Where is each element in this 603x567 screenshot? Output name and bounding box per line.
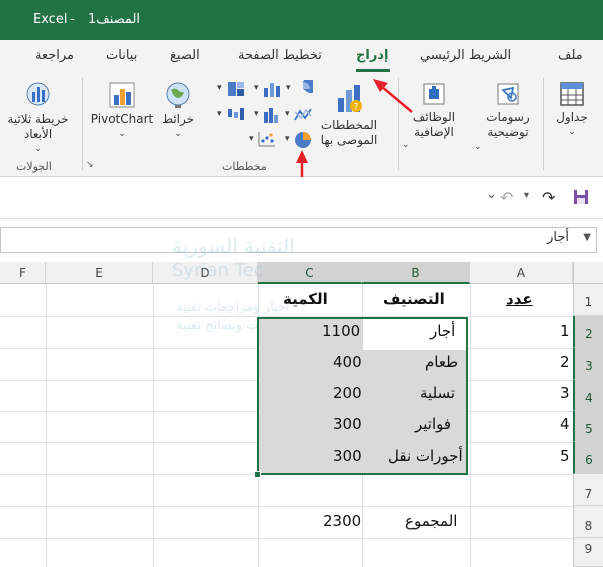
watermark-tagline: أخبار ومراجعات تقنية (176, 300, 290, 315)
cell-a4[interactable]: 3 (560, 384, 570, 402)
name-box[interactable] (0, 227, 597, 253)
row-header[interactable]: 5 (573, 411, 603, 442)
cell-a6[interactable]: 5 (560, 447, 570, 465)
name-box-dropdown-icon[interactable]: ▼ (583, 232, 591, 243)
name-box-value: أجار (547, 230, 569, 245)
cell-b4[interactable]: تسلية (420, 384, 455, 402)
row-header[interactable]: 2 (573, 316, 603, 348)
header-cell-quantity[interactable]: الكمية (283, 290, 328, 308)
formula-bar: أجار ▼ (0, 225, 603, 255)
fill-handle[interactable] (254, 471, 261, 478)
cell-a2[interactable]: 1 (560, 322, 570, 340)
undo-dropdown-icon[interactable]: ▾ (524, 190, 529, 201)
spreadsheet-grid: A B C D E F 1 2 3 4 5 6 7 8 9 التقنية ال… (0, 234, 603, 567)
row-header[interactable]: 9 (573, 538, 603, 567)
cell-b6[interactable]: أجورات نقل (388, 447, 463, 465)
row-header[interactable]: 3 (573, 348, 603, 380)
grid-line (46, 284, 47, 567)
column-header-a[interactable]: A (470, 262, 573, 284)
cell-b8-total-label[interactable]: المجموع (405, 512, 457, 530)
row-header[interactable]: 1 (573, 284, 603, 316)
header-cell-count[interactable]: عدد (506, 290, 533, 308)
grid-line (0, 538, 573, 539)
row-header[interactable]: 6 (573, 442, 603, 474)
cell-a5[interactable]: 4 (560, 415, 570, 433)
row-header[interactable]: 4 (573, 380, 603, 411)
select-all-corner[interactable] (573, 262, 603, 284)
column-header-b[interactable]: B (362, 262, 470, 284)
undo-icon[interactable]: ↶ (500, 188, 513, 207)
quick-access-toolbar: ↷ ▾ ↶ ⌄ (0, 177, 603, 219)
cell-c5[interactable]: 300 (333, 415, 362, 433)
cell-c4[interactable]: 200 (333, 384, 362, 402)
column-header-f[interactable]: F (0, 262, 46, 284)
header-cell-category[interactable]: التصنيف (383, 290, 445, 308)
cell-b5[interactable]: فواتير (415, 415, 451, 433)
row-header[interactable]: 8 (573, 506, 603, 538)
cell-c8-total-value[interactable]: 2300 (323, 512, 361, 530)
save-icon[interactable] (572, 188, 590, 206)
grid-line (470, 284, 471, 567)
redo-icon[interactable]: ↷ (542, 188, 555, 207)
cell-c2[interactable]: 1100 (322, 322, 360, 340)
cell-b2[interactable]: أجار (430, 322, 455, 340)
grid-line (0, 506, 573, 507)
row-header[interactable]: 7 (573, 474, 603, 506)
cell-c6[interactable]: 300 (333, 447, 362, 465)
column-header-d[interactable]: D (153, 262, 258, 284)
grid-line (153, 284, 154, 567)
column-header-c[interactable]: C (258, 262, 362, 284)
column-header-e[interactable]: E (46, 262, 153, 284)
cell-b3[interactable]: طعام (425, 353, 458, 371)
cell-a3[interactable]: 2 (560, 353, 570, 371)
customize-toolbar-icon[interactable]: ⌄ (486, 187, 497, 202)
cell-c3[interactable]: 400 (333, 353, 362, 371)
